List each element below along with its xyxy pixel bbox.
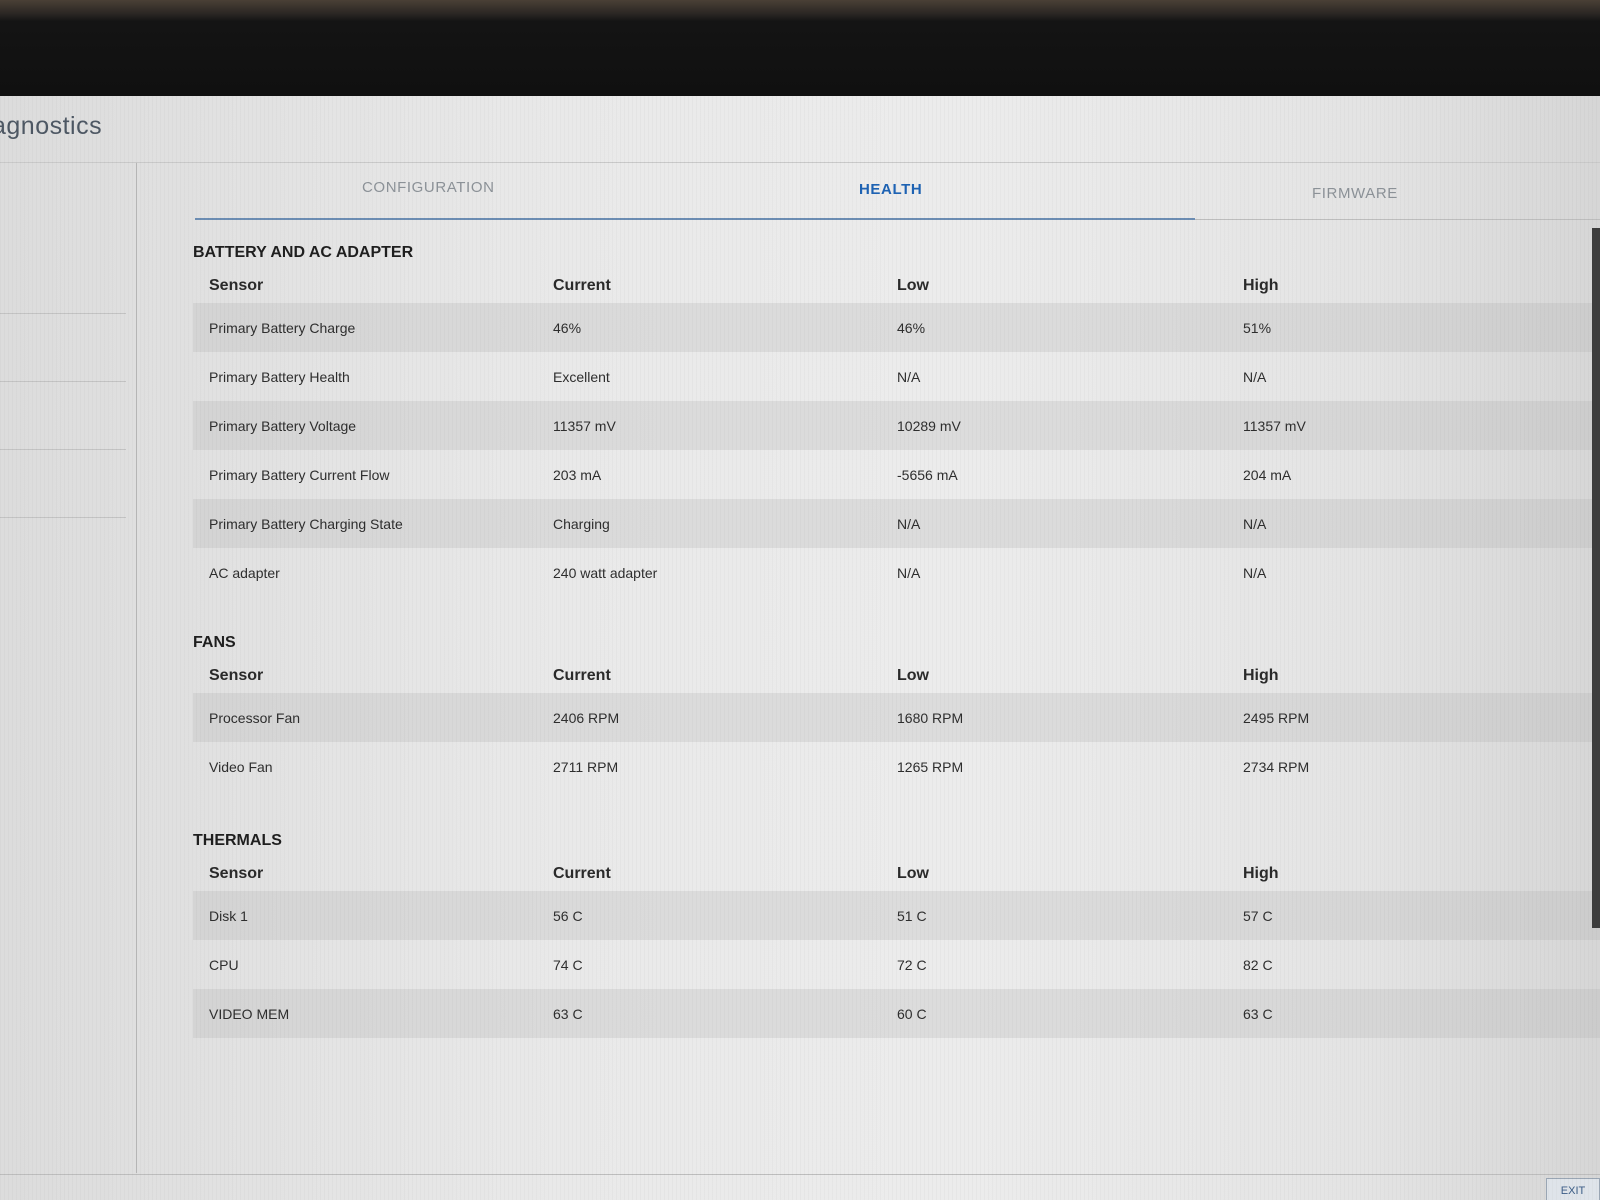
high-value: 51% <box>1243 319 1272 336</box>
footer-divider <box>0 1174 1600 1175</box>
sensor-name: Primary Battery Charge <box>209 319 356 336</box>
sensor-name: Primary Battery Current Flow <box>209 466 390 483</box>
low-value: 60 C <box>897 1005 927 1022</box>
nav-item[interactable] <box>0 450 126 518</box>
sensor-name: Disk 1 <box>209 907 248 924</box>
tab-bar: CONFIGURATION HEALTH FIRMWARE <box>195 163 1600 220</box>
thermals-column-headers: Sensor Current Low High <box>193 857 1600 891</box>
tab-configuration[interactable]: CONFIGURATION <box>362 179 495 196</box>
fans-column-headers: Sensor Current Low High <box>193 659 1600 693</box>
battery-column-headers: Sensor Current Low High <box>193 269 1600 303</box>
sensor-name: Processor Fan <box>209 709 301 726</box>
column-header-low: Low <box>897 865 929 882</box>
sensor-name: Video Fan <box>209 758 273 775</box>
column-header-current: Current <box>553 667 611 684</box>
current-value: 63 C <box>553 1005 583 1022</box>
current-value: 46% <box>553 319 582 336</box>
left-navigation <box>0 163 137 1173</box>
tab-firmware[interactable]: FIRMWARE <box>1312 185 1398 202</box>
section-title-fans: FANS <box>193 634 236 651</box>
nav-item[interactable] <box>0 314 126 382</box>
battery-section: BATTERY AND AC ADAPTER Sensor Current Lo… <box>193 237 1600 597</box>
current-value: 2711 RPM <box>553 758 619 775</box>
table-row: VIDEO MEM 63 C 60 C 63 C <box>193 989 1600 1038</box>
diagnostics-window: agnostics CONFIGURATION HEALTH FIRMWARE … <box>0 96 1600 1200</box>
table-row: Primary Battery Current Flow 203 mA -565… <box>193 450 1600 499</box>
column-header-low: Low <box>897 667 929 684</box>
active-tab-indicator <box>195 218 1195 220</box>
low-value: 46% <box>897 319 926 336</box>
high-value: 11357 mV <box>1243 417 1306 434</box>
nav-item[interactable] <box>0 382 126 450</box>
low-value: 51 C <box>897 907 927 924</box>
high-value: N/A <box>1243 515 1267 532</box>
sensor-name: Primary Battery Voltage <box>209 417 357 434</box>
column-header-sensor: Sensor <box>209 667 264 684</box>
monitor-bezel <box>0 0 1600 96</box>
table-row: CPU 74 C 72 C 82 C <box>193 940 1600 989</box>
sensor-name: Primary Battery Health <box>209 368 350 385</box>
thermals-section: THERMALS Sensor Current Low High Disk 1 … <box>193 825 1600 1038</box>
current-value: 74 C <box>553 956 583 973</box>
high-value: 2734 RPM <box>1243 758 1310 775</box>
sensor-name: Primary Battery Charging State <box>209 515 403 532</box>
sensor-name: AC adapter <box>209 564 280 581</box>
high-value: 82 C <box>1243 956 1273 973</box>
current-value: 240 watt adapter <box>553 564 658 581</box>
health-content: CONFIGURATION HEALTH FIRMWARE BATTERY AN… <box>137 163 1600 1173</box>
low-value: 1265 RPM <box>897 758 964 775</box>
table-row: Primary Battery Charge 46% 46% 51% <box>193 303 1600 352</box>
vertical-scrollbar[interactable] <box>1592 228 1600 928</box>
current-value: Excellent <box>553 368 610 385</box>
high-value: N/A <box>1243 368 1267 385</box>
table-row: Video Fan 2711 RPM 1265 RPM 2734 RPM <box>193 742 1600 791</box>
nav-item[interactable] <box>0 163 126 314</box>
table-row: Primary Battery Charging State Charging … <box>193 499 1600 548</box>
exit-button[interactable]: EXIT <box>1546 1178 1600 1200</box>
current-value: 2406 RPM <box>553 709 620 726</box>
table-row: Processor Fan 2406 RPM 1680 RPM 2495 RPM <box>193 693 1600 742</box>
low-value: 72 C <box>897 956 927 973</box>
table-row: Primary Battery Voltage 11357 mV 10289 m… <box>193 401 1600 450</box>
low-value: N/A <box>897 368 921 385</box>
column-header-sensor: Sensor <box>209 865 264 882</box>
high-value: 63 C <box>1243 1005 1273 1022</box>
low-value: -5656 mA <box>897 466 958 483</box>
current-value: 56 C <box>553 907 583 924</box>
sensor-name: CPU <box>209 956 239 973</box>
column-header-high: High <box>1243 277 1279 294</box>
column-header-current: Current <box>553 277 611 294</box>
tab-health[interactable]: HEALTH <box>859 181 922 198</box>
high-value: 57 C <box>1243 907 1273 924</box>
table-row: Primary Battery Health Excellent N/A N/A <box>193 352 1600 401</box>
low-value: N/A <box>897 564 921 581</box>
column-header-sensor: Sensor <box>209 277 264 294</box>
low-value: 1680 RPM <box>897 709 964 726</box>
low-value: 10289 mV <box>897 417 961 434</box>
column-header-current: Current <box>553 865 611 882</box>
current-value: Charging <box>553 515 610 532</box>
table-row: AC adapter 240 watt adapter N/A N/A <box>193 548 1600 597</box>
column-header-high: High <box>1243 865 1279 882</box>
sensor-name: VIDEO MEM <box>209 1005 290 1022</box>
section-title-thermals: THERMALS <box>193 832 282 849</box>
app-title: agnostics <box>0 112 103 140</box>
column-header-low: Low <box>897 277 929 294</box>
high-value: 204 mA <box>1243 466 1292 483</box>
fans-section: FANS Sensor Current Low High Processor F… <box>193 627 1600 791</box>
column-header-high: High <box>1243 667 1279 684</box>
low-value: N/A <box>897 515 921 532</box>
table-row: Disk 1 56 C 51 C 57 C <box>193 891 1600 940</box>
high-value: 2495 RPM <box>1243 709 1310 726</box>
section-title-battery: BATTERY AND AC ADAPTER <box>193 244 414 261</box>
current-value: 203 mA <box>553 466 602 483</box>
current-value: 11357 mV <box>553 417 616 434</box>
high-value: N/A <box>1243 564 1267 581</box>
